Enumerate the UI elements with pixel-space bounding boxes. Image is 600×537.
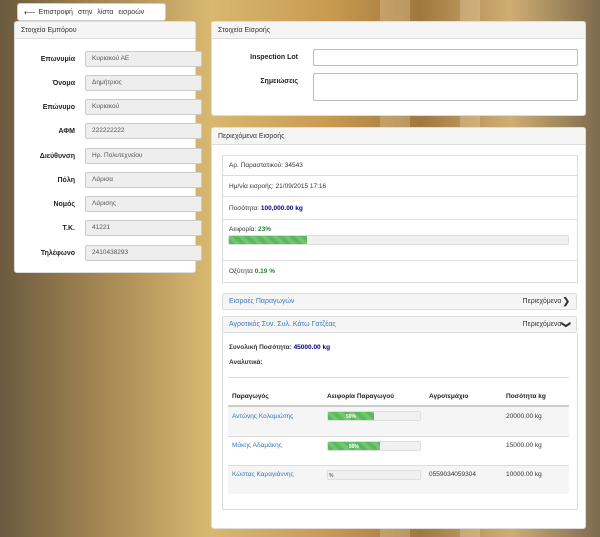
- arrow-left-icon: ⟵: [24, 7, 36, 17]
- accordion-producer-inputs[interactable]: Εισροές Παραγωγών Περιεχόμενα ❯: [222, 293, 577, 310]
- field-label: Όνομα: [52, 80, 75, 87]
- purity-value: 23%: [258, 226, 272, 233]
- divider: [222, 175, 578, 176]
- coop-total: Συνολική Ποσότητα: 45000.00 kg: [229, 344, 330, 351]
- producer-purity-bar: %: [327, 470, 421, 480]
- accordion-right-label: Περιεχόμενα: [522, 298, 562, 305]
- field-label: Διεύθυνση: [39, 153, 75, 160]
- field-value: 2410438293: [85, 245, 202, 261]
- merchant-panel: Στοιχεία Εμπόρου Επωνυμία Κυριακού ΑΕ Όν…: [14, 21, 202, 273]
- producer-purity-bar: 56%: [327, 441, 421, 451]
- field-label: ΑΦΜ: [58, 128, 75, 135]
- divider: [222, 196, 578, 197]
- entry-panel: Στοιχεία Εισροής: [211, 21, 586, 116]
- field-value: Κυριακού: [85, 99, 202, 115]
- coop-total-label: Συνολική Ποσότητα:: [229, 344, 292, 351]
- field-postal-code: Τ.Κ. 41221: [15, 220, 202, 237]
- accordion-title: Εισροές Παραγωγών: [229, 298, 295, 305]
- date-value: 21/09/2015 17:16: [275, 183, 327, 190]
- acidity-label: Οξύτητα: [229, 268, 253, 275]
- divider: [228, 377, 569, 378]
- acidity: Οξύτητα 0.19 %: [229, 268, 275, 275]
- purity: Αειφορία: 23%: [229, 226, 271, 233]
- receipt-number: Αρ. Παραστατικού: 34543: [229, 162, 303, 169]
- acidity-value: 0.19 %: [254, 268, 275, 275]
- producer-link[interactable]: Κώστας Καραγιάννης: [232, 471, 294, 478]
- field-prefecture: Νομός Λάρισης: [15, 196, 202, 213]
- producer-purity-fill: 56%: [328, 442, 380, 450]
- divider: [222, 219, 578, 220]
- purity-progress-fill: [229, 236, 307, 244]
- col-plot: Αγροτεμάχιο: [429, 393, 469, 400]
- quantity: Ποσότητα: 100,000.00 kg: [229, 205, 303, 212]
- field-first-name: Όνομα Δημήτριος: [15, 75, 202, 92]
- accordion-right-label: Περιεχόμενα: [522, 321, 562, 328]
- field-label: Τ.Κ.: [62, 225, 75, 232]
- producer-quantity: 20000.00 kg: [506, 413, 542, 420]
- producer-link[interactable]: Μάκης Αδαμάκης: [232, 442, 282, 449]
- producer-quantity: 10000.00 kg: [506, 471, 542, 478]
- field-value: Κυριακού ΑΕ: [85, 51, 202, 67]
- receipt-value: 34543: [284, 162, 303, 169]
- merchant-fields: Επωνυμία Κυριακού ΑΕ Όνομα Δημήτριος Επώ…: [15, 22, 202, 272]
- date-label: Ημ/νία εισροής:: [229, 183, 274, 190]
- entry-date: Ημ/νία εισροής: 21/09/2015 17:16: [229, 183, 326, 190]
- field-city: Πόλη Λάρισα: [15, 172, 202, 189]
- quantity-value: 100,000.00 kg: [260, 205, 303, 212]
- col-producer-purity: Αειφορία Παραγωγού: [327, 393, 395, 400]
- field-value: Ηρ. Πολυτεχνείου: [85, 148, 202, 164]
- back-to-list-button[interactable]: ⟵ Επιστροφή στην λίστα εισροών: [17, 3, 166, 21]
- producer-plot: 0559034059304: [429, 471, 476, 478]
- notes-textarea[interactable]: [313, 73, 578, 101]
- field-value: 222222222: [85, 123, 202, 139]
- field-last-name: Επώνυμο Κυριακού: [15, 99, 202, 116]
- field-value: Δημήτριος: [85, 75, 202, 91]
- field-value: 41221: [85, 220, 202, 236]
- field-label: Τηλέφωνο: [40, 250, 75, 257]
- back-button-label: Επιστροφή στην λίστα εισροών: [38, 8, 145, 16]
- contents-panel-title: Περιεχόμενα Εισροής: [212, 128, 585, 145]
- quantity-label: Ποσότητα:: [229, 205, 260, 212]
- field-label: Νομός: [53, 201, 75, 208]
- col-quantity: Ποσότητα kg: [506, 393, 546, 400]
- coop-analytic-label: Αναλυτικά:: [229, 359, 263, 366]
- inspection-lot-label: Inspection Lot: [250, 54, 298, 61]
- chevron-right-icon: ❯: [562, 296, 570, 306]
- accordion-title: Αγροτικός Συν. Συλ. Κάτω Γατζέας: [229, 321, 336, 328]
- field-label: Πόλη: [57, 177, 76, 184]
- producer-link[interactable]: Αντώνης Καλαμιώτης: [232, 413, 293, 420]
- field-eponymia: Επωνυμία Κυριακού ΑΕ: [15, 51, 202, 68]
- field-afm: ΑΦΜ 222222222: [15, 123, 202, 140]
- coop-total-value: 45000.00 kg: [293, 344, 331, 351]
- field-label: Επωνυμία: [40, 56, 75, 63]
- field-value: Λάρισης: [85, 196, 202, 212]
- receipt-label: Αρ. Παραστατικού:: [229, 162, 283, 169]
- purity-progress-bar: [228, 235, 569, 245]
- producer-purity-text: %: [329, 473, 334, 479]
- accordion-toggle: Περιεχόμενα ❯: [523, 296, 570, 307]
- accordion-cooperative[interactable]: Αγροτικός Συν. Συλ. Κάτω Γατζέας Περιεχό…: [222, 316, 577, 333]
- field-value: Λάρισα: [85, 172, 202, 188]
- producer-purity-bar: 50%: [327, 411, 421, 421]
- notes-label: Σημειώσεις: [260, 78, 298, 85]
- inspection-lot-input[interactable]: [313, 49, 578, 66]
- chevron-down-icon: ❯: [561, 320, 572, 329]
- purity-label: Αειφορία:: [229, 226, 257, 233]
- accordion-toggle: Περιεχόμενα ❯: [522, 319, 572, 330]
- divider: [222, 260, 578, 261]
- field-address: Διεύθυνση Ηρ. Πολυτεχνείου: [15, 148, 202, 165]
- field-label: Επώνυμο: [42, 104, 75, 111]
- producer-quantity: 15000.00 kg: [506, 442, 542, 449]
- entry-panel-title: Στοιχεία Εισροής: [212, 22, 585, 39]
- col-producer: Παραγωγός: [232, 393, 269, 400]
- field-phone: Τηλέφωνο 2410438293: [15, 245, 202, 262]
- producer-purity-fill: 50%: [328, 412, 374, 420]
